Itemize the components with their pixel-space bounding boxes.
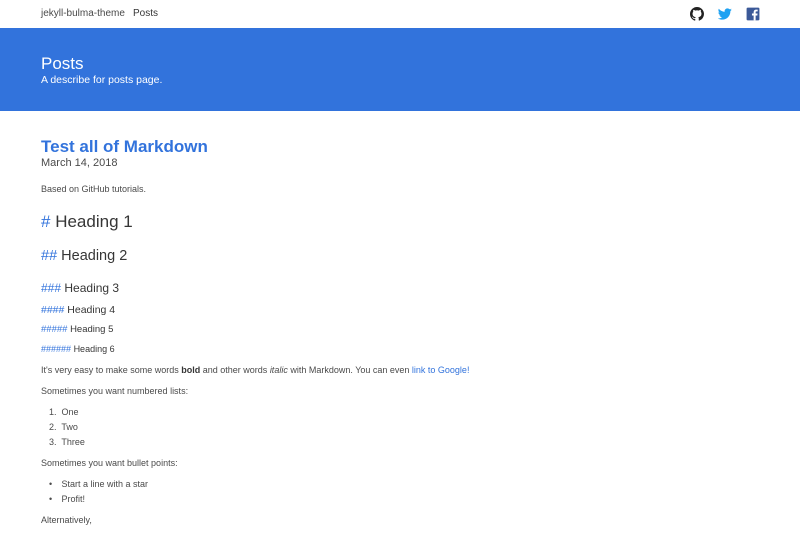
google-link[interactable]: link to Google! xyxy=(412,365,470,375)
formatting-paragraph: It's very easy to make some words bold a… xyxy=(41,365,469,376)
heading-text: Heading 6 xyxy=(73,344,115,354)
alternatively-text: Alternatively, xyxy=(41,515,92,525)
italic-text: italic xyxy=(269,365,288,375)
heading-2: ## Heading 2 xyxy=(41,248,127,265)
heading-text: Heading 5 xyxy=(70,324,114,335)
page-subtitle: A describe for posts page. xyxy=(41,74,163,86)
list-marker: 3. xyxy=(49,437,57,447)
nav-item-posts[interactable]: Posts xyxy=(133,8,158,19)
heading-text: Heading 3 xyxy=(64,281,120,295)
post-intro: Based on GitHub tutorials. xyxy=(41,184,147,194)
github-icon[interactable] xyxy=(690,7,704,21)
heading-anchor[interactable]: # xyxy=(41,212,50,231)
heading-4: #### Heading 4 xyxy=(41,304,115,317)
heading-anchor[interactable]: ## xyxy=(41,248,57,264)
page-title: Posts xyxy=(41,54,84,73)
brand-link[interactable]: jekyll-bulma-theme xyxy=(41,8,125,19)
heading-1: # Heading 1 xyxy=(41,212,133,232)
list-text: Start a line with a star xyxy=(61,479,149,489)
list-marker: • xyxy=(49,494,53,504)
list-item: 2. Two xyxy=(49,422,78,433)
list-marker: • xyxy=(49,479,53,489)
heading-anchor[interactable]: ###### xyxy=(41,344,71,354)
paragraph-text: It's very easy to make some words xyxy=(41,365,182,375)
list-text: Two xyxy=(61,422,78,432)
heading-text: Heading 4 xyxy=(67,304,116,316)
list-item: • Profit! xyxy=(49,494,85,505)
heading-6: ###### Heading 6 xyxy=(41,344,115,355)
post-date: March 14, 2018 xyxy=(41,157,118,169)
list-marker: 1. xyxy=(49,407,57,417)
heading-anchor[interactable]: ##### xyxy=(41,324,67,335)
list-item: • Start a line with a star xyxy=(49,479,148,490)
paragraph-text: and other words xyxy=(200,365,270,375)
numbered-intro: Sometimes you want numbered lists: xyxy=(41,386,189,396)
list-marker: 2. xyxy=(49,422,57,432)
heading-text: Heading 1 xyxy=(55,212,133,231)
facebook-icon[interactable] xyxy=(746,7,760,21)
list-text: One xyxy=(61,407,79,417)
bold-text: bold xyxy=(181,365,201,375)
heading-anchor[interactable]: #### xyxy=(41,304,64,316)
heading-5: ##### Heading 5 xyxy=(41,324,113,336)
list-text: Profit! xyxy=(61,494,86,504)
bullet-intro: Sometimes you want bullet points: xyxy=(41,458,178,468)
list-text: Three xyxy=(61,437,85,447)
twitter-icon[interactable] xyxy=(718,7,732,21)
heading-text: Heading 2 xyxy=(61,248,128,264)
hero-banner: Posts A describe for posts page. xyxy=(0,28,800,111)
list-item: 3. Three xyxy=(49,437,85,448)
heading-3: ### Heading 3 xyxy=(41,281,119,296)
post-title-link[interactable]: Test all of Markdown xyxy=(41,137,208,157)
list-item: 1. One xyxy=(49,407,79,418)
heading-anchor[interactable]: ### xyxy=(41,281,61,295)
paragraph-text: with Markdown. You can even xyxy=(287,365,412,375)
navbar: jekyll-bulma-theme Posts xyxy=(0,0,800,28)
